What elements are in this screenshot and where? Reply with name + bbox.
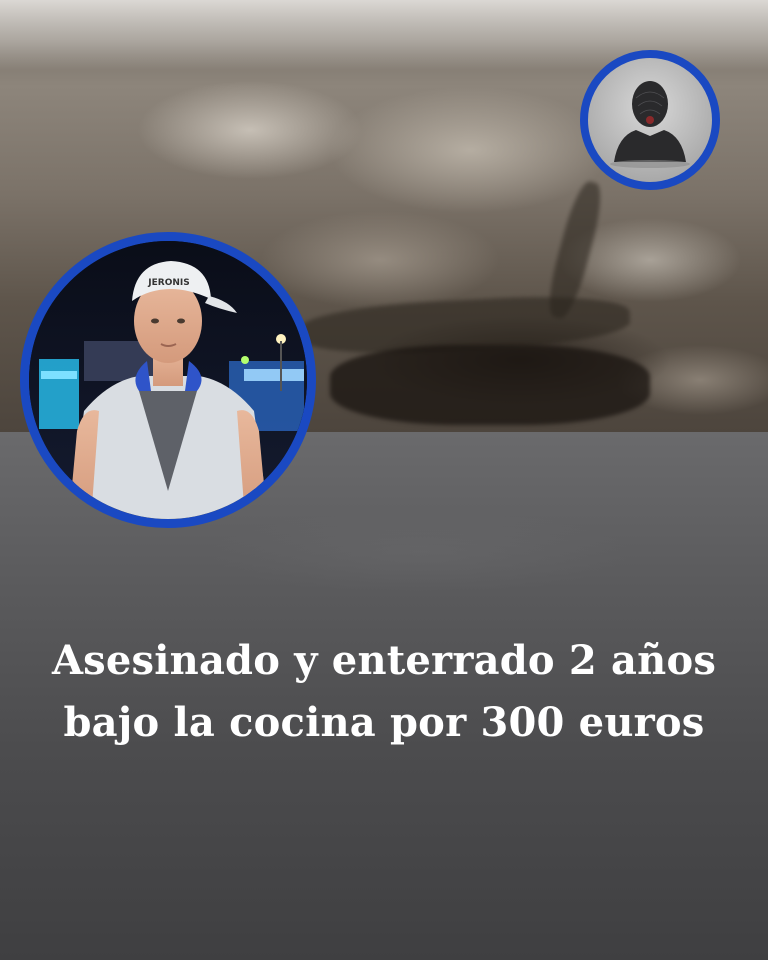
post-image: Asesinado y enterrado 2 años bajo la coc… — [0, 0, 768, 960]
victim-portrait: JERONIS — [20, 232, 316, 528]
suspect-silhouette — [580, 50, 720, 190]
cap-logo-text: JERONIS — [147, 278, 189, 288]
floor-hole — [330, 345, 650, 425]
anonymous-person-silhouette-icon — [610, 81, 690, 168]
headline-line-2: bajo la cocina por 300 euros — [63, 699, 705, 746]
victim-photo: JERONIS — [29, 241, 307, 519]
headline-line-1: Asesinado y enterrado 2 años — [51, 637, 717, 684]
headline: Asesinado y enterrado 2 años bajo la coc… — [0, 630, 768, 754]
